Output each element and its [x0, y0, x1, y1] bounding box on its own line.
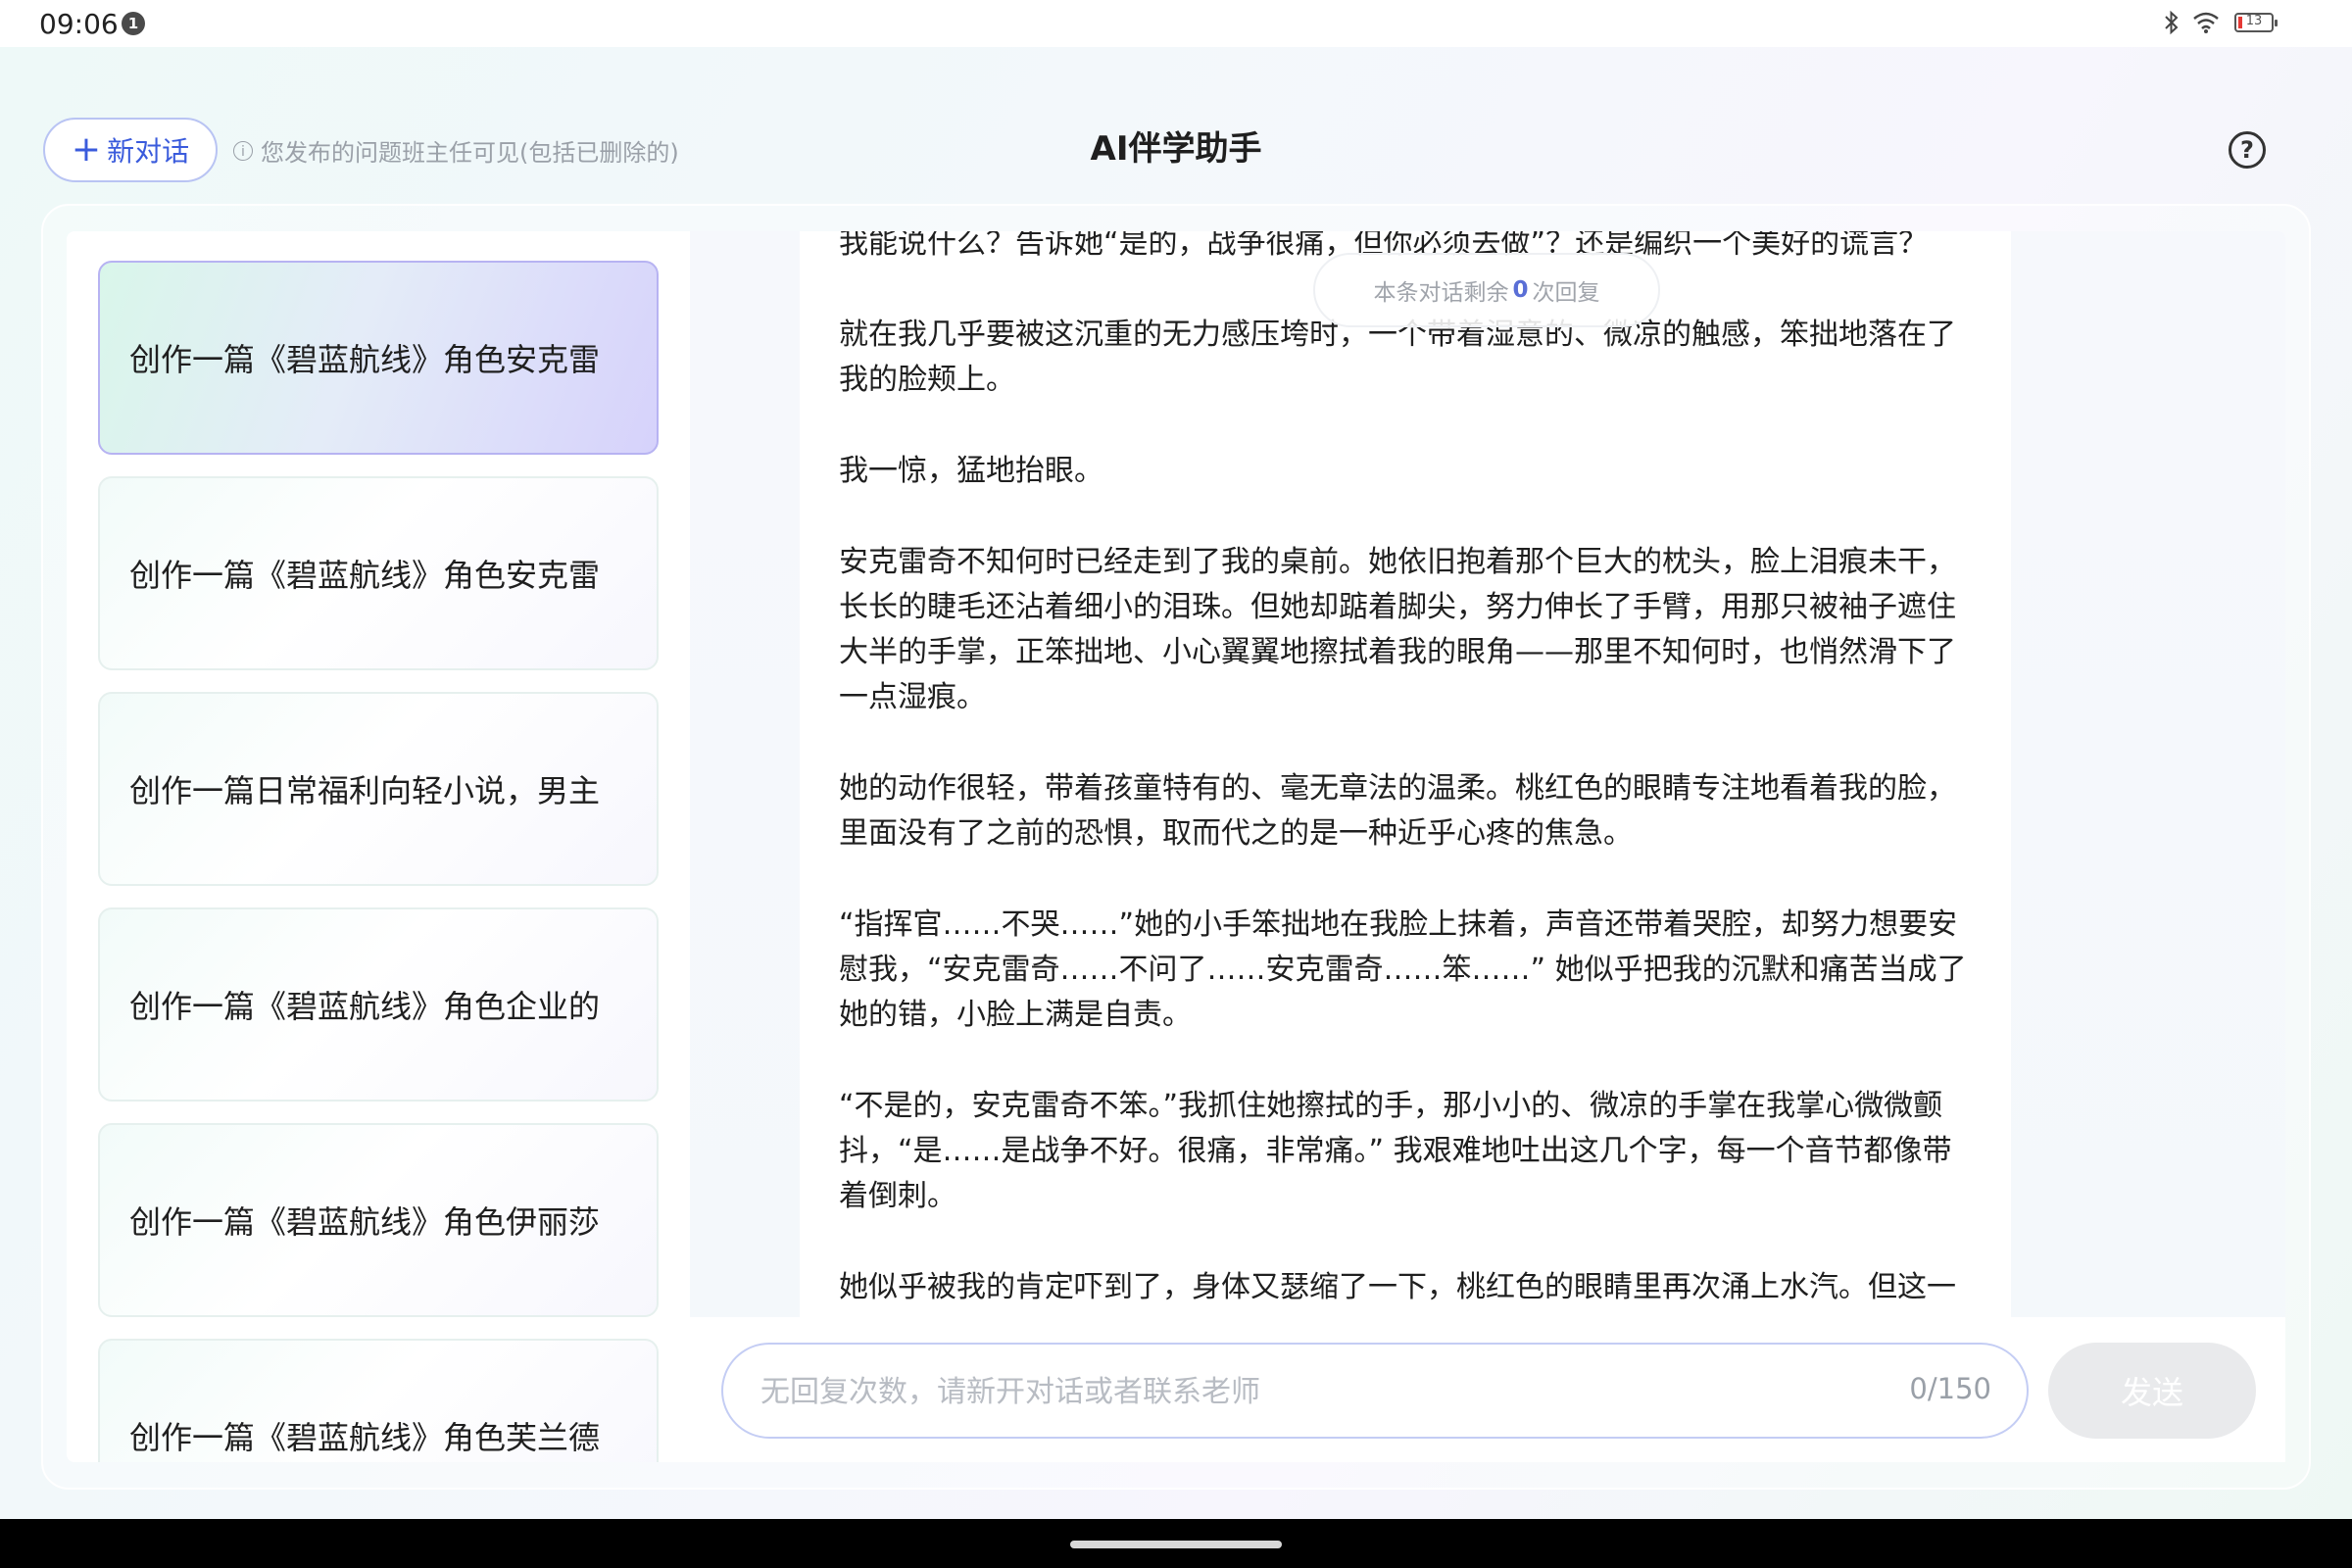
status-icons: 13: [2156, 10, 2278, 37]
remaining-prefix: 本条对话剩余: [1373, 280, 1509, 306]
message-paragraph: 安克雷奇不知何时已经走到了我的桌前。她依旧抱着那个巨大的枕头，脸上泪痕未干，长长…: [839, 545, 1956, 714]
message-paragraph: “不是的，安克雷奇不笨。”我抓住她擦拭的手，那小小的、微凉的手掌在我掌心微微颤抖…: [839, 1089, 1952, 1213]
remaining-count: 0: [1512, 277, 1529, 303]
char-counter: 0/150: [1909, 1372, 1991, 1405]
assistant-message: 我能说什么？告诉她“是的，战争很痛，但你必须去做”？还是编织一个美好的谎言？ 就…: [839, 231, 1976, 1317]
remaining-replies-badge: 本条对话剩余 0 次回复: [1313, 253, 1660, 327]
conversation-item[interactable]: 创作一篇《碧蓝航线》角色企业的: [98, 907, 659, 1102]
system-nav-bar: [0, 1519, 2352, 1568]
message-paragraph: 我一惊，猛地抬眼。: [839, 454, 1103, 488]
help-icon[interactable]: ?: [2229, 131, 2266, 169]
message-paragraph: 她似乎被我的肯定吓到了，身体又瑟缩了一下，桃红色的眼睛里再次涌上水汽。但这一: [839, 1270, 1956, 1304]
notification-badge-icon: 1: [122, 12, 145, 35]
message-paragraph: 她的动作很轻，带着孩童特有的、毫无章法的温柔。桃红色的眼睛专注地看着我的脸，里面…: [839, 771, 1956, 851]
message-input[interactable]: [759, 1345, 1840, 1439]
send-button[interactable]: 发送: [2048, 1343, 2256, 1439]
conversation-item[interactable]: 创作一篇《碧蓝航线》角色安克雷: [98, 476, 659, 670]
conversation-item[interactable]: 创作一篇日常福利向轻小说，男主: [98, 692, 659, 886]
status-time: 09:06: [39, 8, 119, 40]
conversation-item-active[interactable]: 创作一篇《碧蓝航线》角色安克雷: [98, 261, 659, 455]
home-indicator[interactable]: [1070, 1541, 1282, 1548]
conversation-item[interactable]: 创作一篇《碧蓝航线》角色伊丽莎: [98, 1123, 659, 1317]
message-paragraph: “指挥官……不哭……”她的小手笨拙地在我脸上抹着，声音还带着哭腔，却努力想要安慰…: [839, 907, 1967, 1032]
wifi-icon: [2193, 12, 2219, 33]
message-scroll-area[interactable]: 我能说什么？告诉她“是的，战争很痛，但你必须去做”？还是编织一个美好的谎言？ 就…: [800, 231, 2011, 1317]
bluetooth-icon: [2165, 10, 2179, 35]
conversation-item[interactable]: 创作一篇《碧蓝航线》角色芙兰德: [98, 1339, 659, 1462]
page-title: AI伴学助手: [1090, 129, 1262, 169]
status-bar: 09:06 1 13: [0, 0, 2352, 47]
message-input-box[interactable]: 0/150: [721, 1343, 2029, 1439]
conversation-list[interactable]: 创作一篇《碧蓝航线》角色安克雷 创作一篇《碧蓝航线》角色安克雷 创作一篇日常福利…: [67, 231, 690, 1462]
remaining-suffix: 次回复: [1532, 280, 1600, 306]
battery-icon: 13: [2234, 13, 2278, 32]
battery-percent: 13: [2245, 14, 2263, 28]
